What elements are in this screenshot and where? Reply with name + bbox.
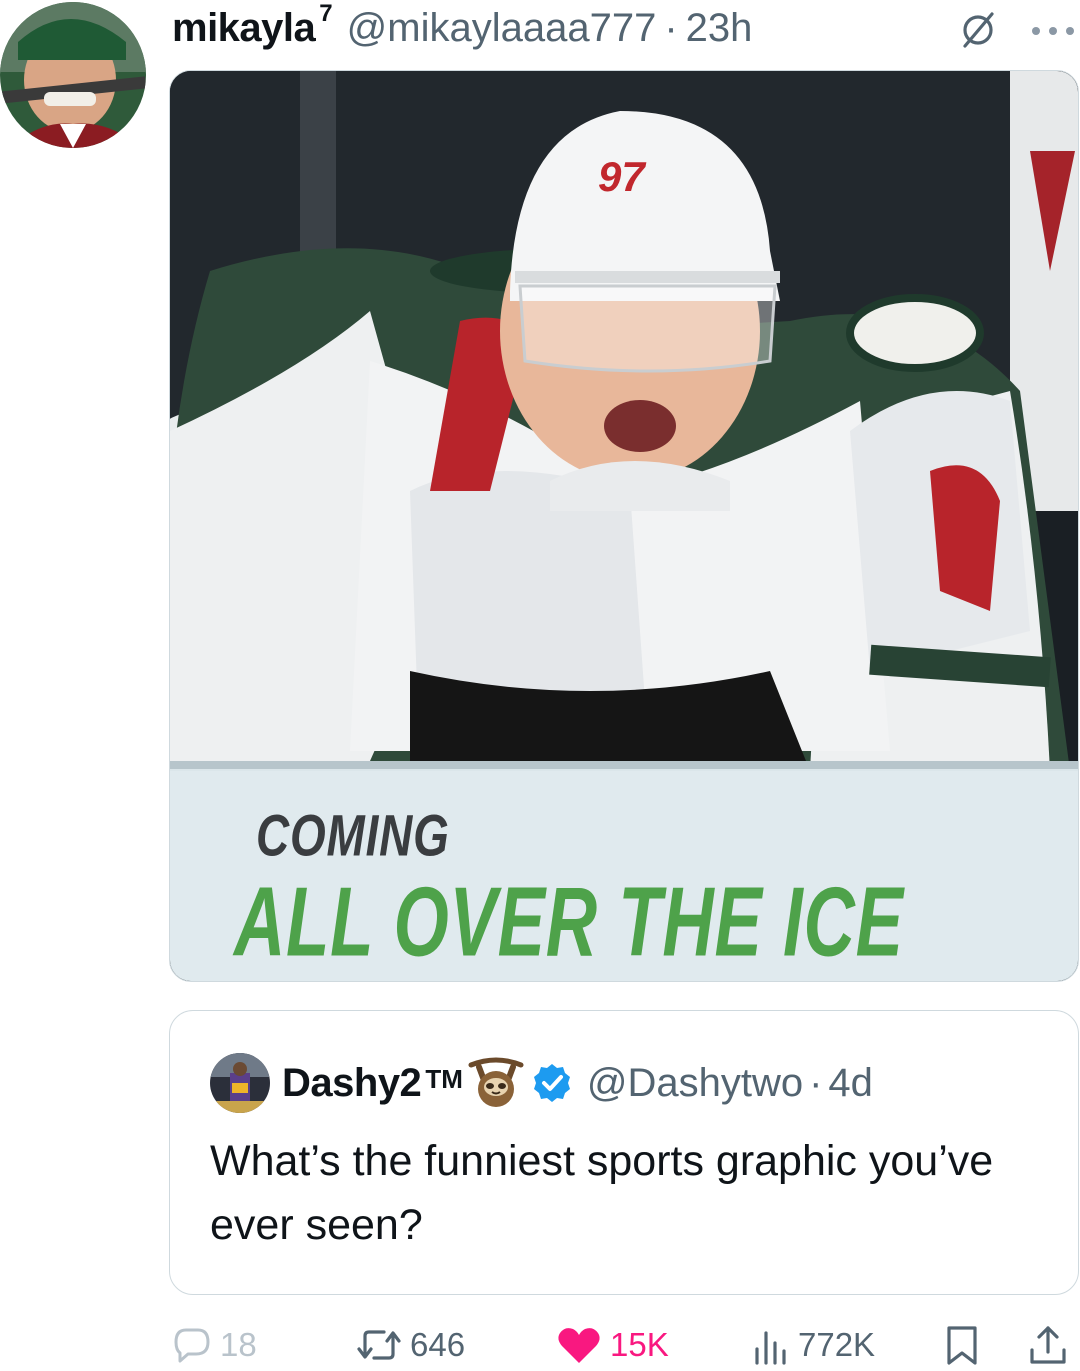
bookmark-icon <box>944 1324 980 1366</box>
bookmark-button[interactable] <box>944 1318 980 1371</box>
share-button[interactable] <box>1028 1318 1068 1371</box>
sloth-icon <box>467 1057 525 1109</box>
quoted-author-handle[interactable]: @Dashytwo <box>587 1061 803 1106</box>
media-banner-line-2: ALL OVER THE ICE <box>234 868 904 978</box>
tweet-media-image[interactable]: 97 COMING ALL OVER THE ICE <box>169 70 1079 982</box>
svg-text:97: 97 <box>598 153 646 200</box>
like-button[interactable]: 15K <box>556 1318 669 1371</box>
media-banner-line-1: COMING <box>256 802 450 869</box>
retweet-count: 646 <box>410 1325 466 1363</box>
grok-icon[interactable] <box>958 10 998 50</box>
views-button[interactable]: 772K <box>750 1318 875 1371</box>
retweet-icon <box>356 1326 402 1364</box>
tweet-timestamp[interactable]: 23h <box>686 6 753 51</box>
share-icon <box>1028 1324 1068 1366</box>
reply-icon <box>172 1326 212 1364</box>
views-count: 772K <box>798 1325 876 1363</box>
author-display-name[interactable]: mikayla <box>172 6 316 51</box>
author-avatar[interactable] <box>0 2 146 148</box>
author-handle[interactable]: @mikaylaaaa777 <box>347 6 657 51</box>
more-icon[interactable] <box>1030 24 1076 36</box>
reply-button[interactable]: 18 <box>172 1318 257 1371</box>
header-separator: · <box>664 5 678 50</box>
quoted-author-display-name[interactable]: Dashy2 <box>282 1061 422 1106</box>
quoted-author-avatar[interactable] <box>210 1053 270 1113</box>
retweet-button[interactable]: 646 <box>356 1318 465 1371</box>
views-icon <box>750 1325 790 1365</box>
quoted-tweet-header: Dashy2 TM @Dashytwo · 4d <box>282 1055 873 1111</box>
quoted-tweet-timestamp[interactable]: 4d <box>828 1061 873 1106</box>
tweet-header: mikayla 7 @mikaylaaaa777 · 23h <box>172 0 1077 56</box>
verified-icon <box>531 1062 573 1104</box>
quoted-tweet-text: What’s the funniest sports graphic you’v… <box>210 1137 994 1249</box>
quoted-header-separator: · <box>809 1060 823 1105</box>
quoted-author-name-suffix: TM <box>425 1063 463 1094</box>
quoted-tweet-card[interactable]: Dashy2 TM @Dashytwo · 4d What’s the funn… <box>169 1010 1079 1295</box>
like-count: 15K <box>610 1325 669 1363</box>
heart-icon <box>556 1325 602 1365</box>
tweet-action-bar: 18 646 15K 772K <box>0 1318 1080 1371</box>
author-name-superscript: 7 <box>319 0 333 27</box>
reply-count: 18 <box>220 1325 257 1363</box>
